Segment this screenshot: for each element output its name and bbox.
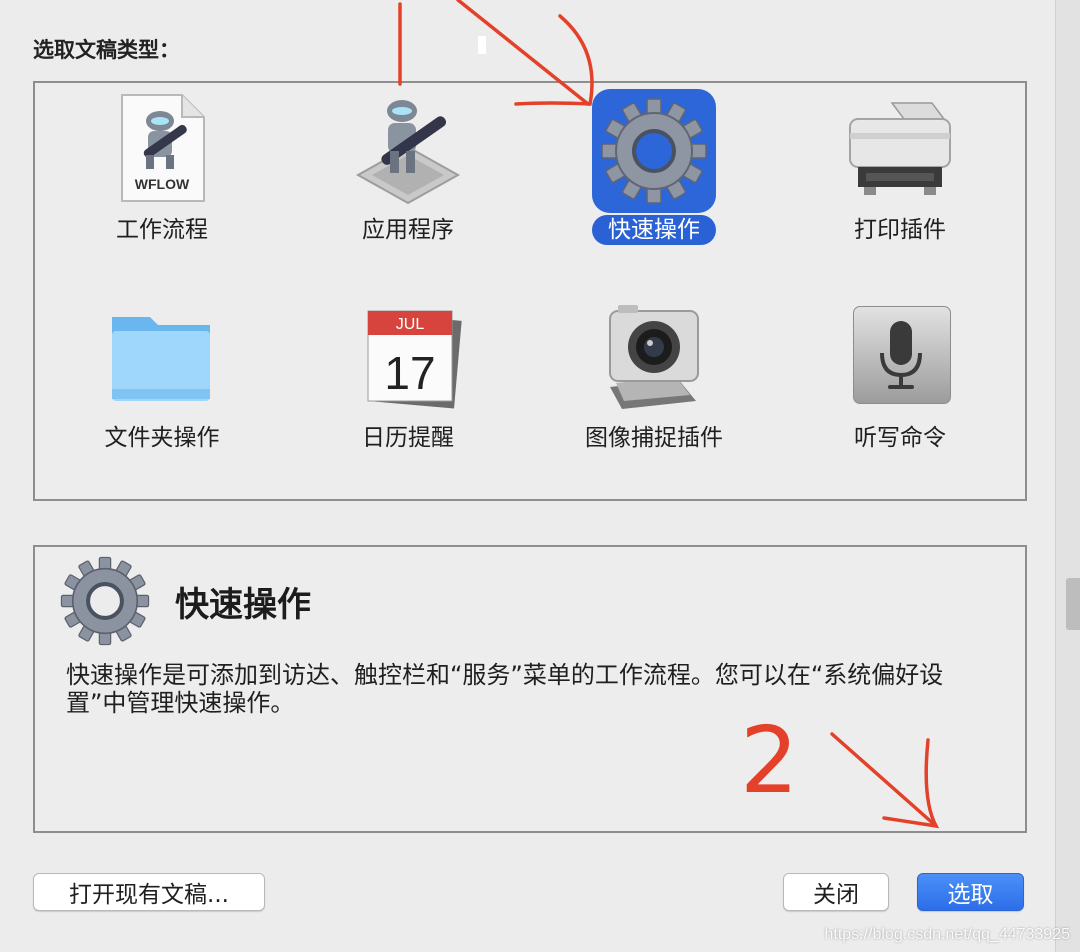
cursor-mark [478, 36, 486, 54]
doc-type-label: 应用程序 [362, 217, 454, 243]
calendar-icon: JUL 17 [346, 297, 470, 421]
doc-type-label: 日历提醒 [362, 425, 454, 451]
automator-robot-icon [346, 89, 470, 213]
doc-type-grid: WFLOW 工作流程 应用程序 快速操作 打印插件 文件夹操作 JUL 17 日… [33, 81, 1027, 501]
description-title: 快速操作 [175, 585, 311, 625]
scrollbar-thumb[interactable] [1066, 578, 1080, 630]
watermark: https://blog.csdn.net/qq_44733925 [824, 926, 1070, 943]
gear-icon [55, 551, 155, 651]
description-text: 快速操作是可添加到访达、触控栏和“服务”菜单的工作流程。您可以在“系统偏好设置”… [66, 661, 944, 717]
description-panel: 快速操作 快速操作是可添加到访达、触控栏和“服务”菜单的工作流程。您可以在“系统… [33, 545, 1027, 833]
doc-type-dictation-command[interactable]: 听写命令 [777, 293, 1023, 493]
doc-type-label: 听写命令 [854, 425, 946, 451]
printer-icon [838, 89, 962, 213]
doc-type-calendar-alarm[interactable]: JUL 17 日历提醒 [285, 293, 531, 493]
doc-type-folder-action[interactable]: 文件夹操作 [39, 293, 285, 493]
scrollbar-track[interactable] [1055, 0, 1080, 952]
choose-button[interactable]: 选取 [917, 873, 1024, 911]
doc-type-application[interactable]: 应用程序 [285, 85, 531, 285]
doc-type-prompt: 选取文稿类型： [33, 38, 180, 62]
camera-icon [592, 297, 716, 421]
wflow-badge: WFLOW [135, 176, 190, 192]
doc-type-quick-action[interactable]: 快速操作 [531, 85, 777, 285]
doc-type-print-plugin[interactable]: 打印插件 [777, 85, 1023, 285]
microphone-icon [838, 297, 962, 421]
open-existing-button[interactable]: 打开现有文稿... [33, 873, 265, 911]
workflow-file-icon: WFLOW [100, 89, 224, 213]
calendar-day: 17 [384, 347, 435, 399]
doc-type-image-capture[interactable]: 图像捕捉插件 [531, 293, 777, 493]
calendar-month: JUL [396, 316, 425, 333]
gear-icon [592, 89, 716, 213]
doc-type-label: 快速操作 [531, 213, 777, 247]
close-button[interactable]: 关闭 [783, 873, 889, 911]
doc-type-workflow[interactable]: WFLOW 工作流程 [39, 85, 285, 285]
doc-type-label: 工作流程 [116, 217, 208, 243]
doc-type-label: 打印插件 [854, 217, 946, 243]
folder-icon [100, 297, 224, 421]
doc-type-label: 文件夹操作 [104, 425, 220, 451]
doc-type-label: 图像捕捉插件 [585, 425, 723, 451]
